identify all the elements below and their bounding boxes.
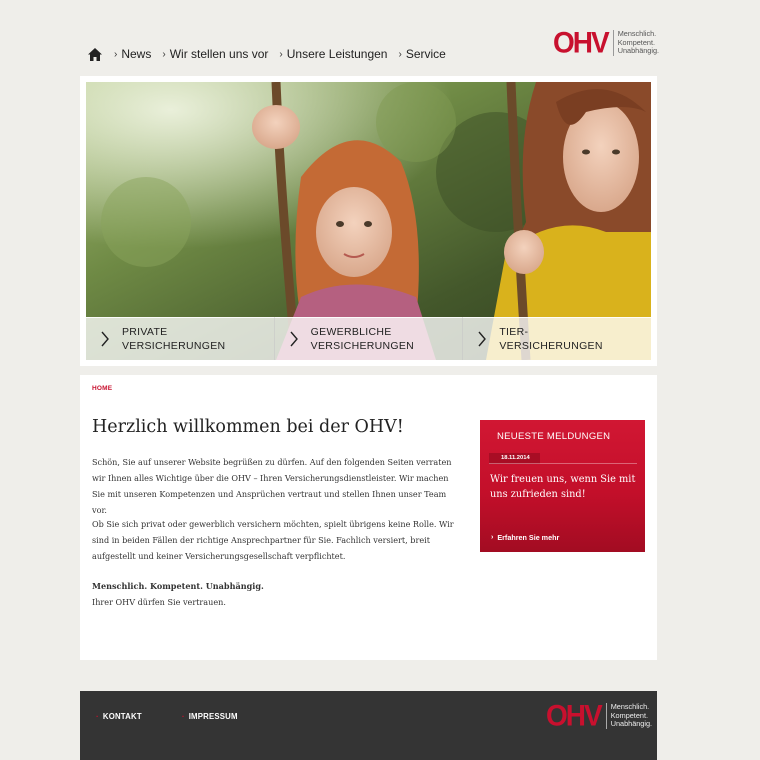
news-more-label: Erfahren Sie mehr xyxy=(497,533,560,542)
footer-link-label: IMPRESSUM xyxy=(188,712,238,721)
logo-tagline: Menschlich. Kompetent. Unabhängig. xyxy=(610,702,653,729)
footer-link-imprint[interactable]: · IMPRESSUM xyxy=(182,712,238,721)
insurance-category-tiles: PRIVATE VERSICHERUNGEN GEWERBLICHE VERSICH… xyxy=(86,317,652,360)
news-heading: NEUESTE MELDUNGEN xyxy=(497,431,611,442)
motto-text: Menschlich. Kompetent. Unabhängig. xyxy=(92,581,264,591)
footer-link-label: KONTAKT xyxy=(102,712,142,721)
logo-tagline: Menschlich. Kompetent. Unabhängig. xyxy=(617,29,660,56)
breadcrumb[interactable]: HOME xyxy=(92,385,112,392)
closing-text: Ihrer OHV dürfen Sie vertrauen. xyxy=(92,597,226,607)
hero-banner: PRIVATE VERSICHERUNGEN GEWERBLICHE VERSICH… xyxy=(80,76,657,366)
tile-label: PRIVATE VERSICHERUNGEN xyxy=(122,326,226,352)
home-icon[interactable] xyxy=(88,47,102,61)
main-navigation: › News › Wir stellen uns vor › Unsere Le… xyxy=(88,45,457,63)
logo-divider xyxy=(605,703,607,729)
nav-item-news[interactable]: › News xyxy=(114,47,151,61)
nav-item-service[interactable]: › Service xyxy=(398,47,445,61)
chevron-right-icon xyxy=(478,331,487,347)
chevron-right-icon xyxy=(290,331,298,347)
chevron-right-icon: › xyxy=(398,48,402,60)
tile-label: TIER- VERSICHERUNGEN xyxy=(499,326,603,352)
nav-item-label: Service xyxy=(405,47,446,61)
nav-item-label: Unsere Leistungen xyxy=(286,47,388,61)
second-paragraph: Ob Sie sich privat oder gewerblich versi… xyxy=(92,519,454,561)
logo-mark: OHV xyxy=(553,26,610,59)
closing-paragraph: Menschlich. Kompetent. Unabhängig. Ihrer… xyxy=(92,578,462,610)
chevron-right-icon: › xyxy=(114,48,118,60)
bullet-icon: · xyxy=(181,712,185,721)
news-divider xyxy=(489,463,637,464)
logo-mark: OHV xyxy=(546,699,603,732)
news-headline[interactable]: Wir freuen uns, wenn Sie mit uns zufried… xyxy=(490,472,640,502)
tile-commercial-insurance[interactable]: GEWERBLICHE VERSICHERUNGEN xyxy=(274,317,464,360)
news-more-link[interactable]: › Erfahren Sie mehr xyxy=(491,533,559,542)
news-box[interactable]: NEUESTE MELDUNGEN 18.11.2014 Wir freuen … xyxy=(480,420,645,552)
tile-private-insurance[interactable]: PRIVATE VERSICHERUNGEN xyxy=(86,317,275,360)
tile-pet-insurance[interactable]: TIER- VERSICHERUNGEN xyxy=(463,317,652,360)
page-title: Herzlich willkommen bei der OHV! xyxy=(92,417,404,437)
main-content: HOME Herzlich willkommen bei der OHV! Sc… xyxy=(80,375,657,660)
brand-logo[interactable]: OHV Menschlich. Kompetent. Unabhängig. xyxy=(553,26,660,59)
footer-link-contact[interactable]: · KONTAKT xyxy=(96,712,142,721)
chevron-right-icon: › xyxy=(279,48,283,60)
nav-item-label: Wir stellen uns vor xyxy=(169,47,269,61)
intro-paragraph: Schön, Sie auf unserer Website begrüßen … xyxy=(92,457,452,515)
chevron-right-icon xyxy=(101,331,109,347)
nav-item-label: News xyxy=(121,47,152,61)
bullet-icon: · xyxy=(96,712,99,721)
nav-item-about[interactable]: › Wir stellen uns vor xyxy=(162,47,268,61)
footer-logo[interactable]: OHV Menschlich. Kompetent. Unabhängig. xyxy=(546,699,653,732)
nav-item-services[interactable]: › Unsere Leistungen xyxy=(279,47,387,61)
logo-divider xyxy=(612,30,614,56)
chevron-right-icon: › xyxy=(162,48,166,60)
footer-links: · KONTAKT · IMPRESSUM xyxy=(96,712,278,721)
tile-label: GEWERBLICHE VERSICHERUNGEN xyxy=(310,326,415,352)
chevron-right-icon: › xyxy=(491,534,494,541)
